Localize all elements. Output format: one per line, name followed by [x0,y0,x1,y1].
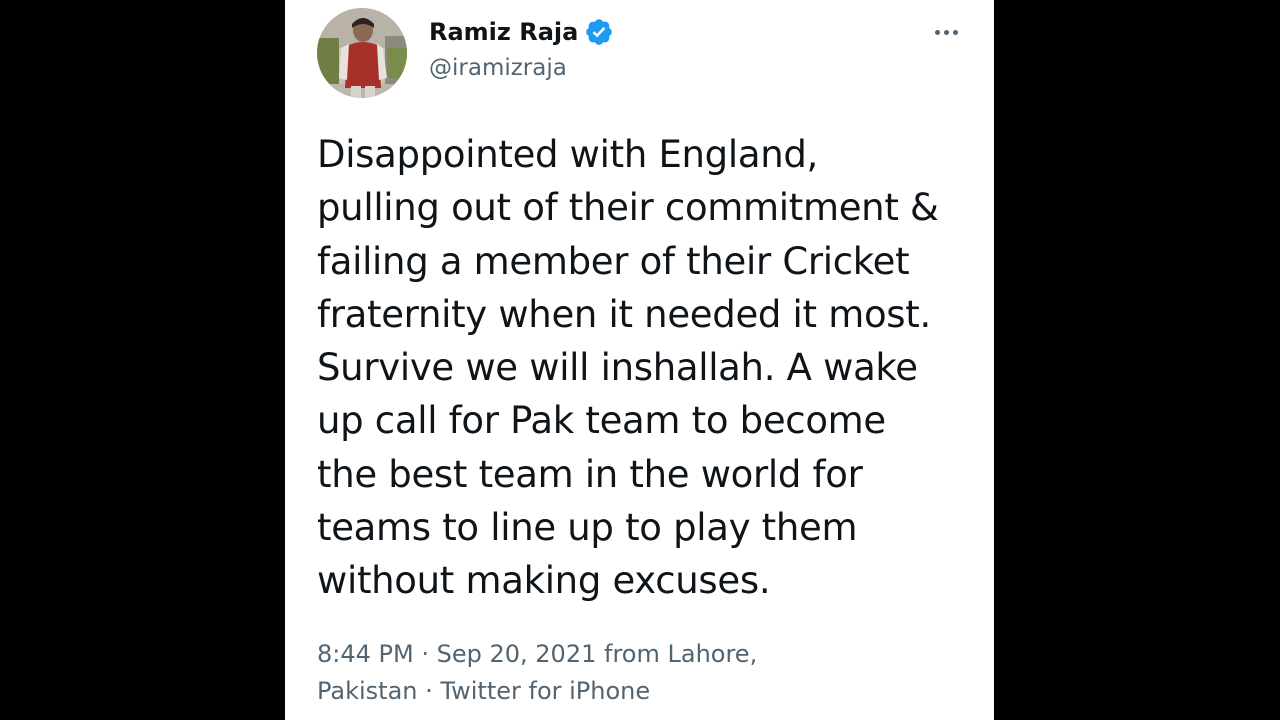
tweet-text-line: the best team in the world for [317,452,863,496]
avatar-image [317,8,407,98]
tweet-card: Ramiz Raja @iramizraja Disappointed with… [285,0,994,720]
avatar[interactable] [317,8,407,98]
tweet-text-line: without making excuses. [317,559,771,603]
tweet-time[interactable]: 8:44 PM [317,640,414,668]
author-handle[interactable]: @iramizraja [429,55,567,81]
tweet-text: Disappointed with England, pulling out o… [317,128,977,608]
tweet-location[interactable]: from Lahore, [604,640,757,668]
author-name-row[interactable]: Ramiz Raja [429,14,614,50]
tweet-text-line: failing a member of their Cricket [317,239,910,283]
tweet-text-line: up call for Pak team to become [317,399,886,443]
tweet-date[interactable]: Sep 20, 2021 [437,640,597,668]
meta-separator: · [425,677,433,705]
tweet-meta-line-1: 8:44 PM · Sep 20, 2021 from Lahore, [317,636,967,673]
tweet-text-line: Survive we will inshallah. A wake [317,346,918,390]
tweet-text-line: Disappointed with England, [317,133,819,176]
verified-badge-icon [584,17,614,47]
more-options-button[interactable] [926,22,966,42]
tweet-meta-line-2: Pakistan · Twitter for iPhone [317,673,967,710]
tweet-text-line: teams to line up to play them [317,506,858,550]
more-horizontal-icon [934,29,940,35]
tweet-location-country[interactable]: Pakistan [317,677,418,705]
tweet-meta: 8:44 PM · Sep 20, 2021 from Lahore, Paki… [317,636,967,710]
tweet-text-line: fraternity when it needed it most. [317,292,931,336]
tweet-source[interactable]: Twitter for iPhone [440,677,650,705]
author-display-name[interactable]: Ramiz Raja [429,18,578,46]
meta-separator: · [421,640,429,668]
tweet-text-line: pulling out of their commitment & [317,186,939,230]
